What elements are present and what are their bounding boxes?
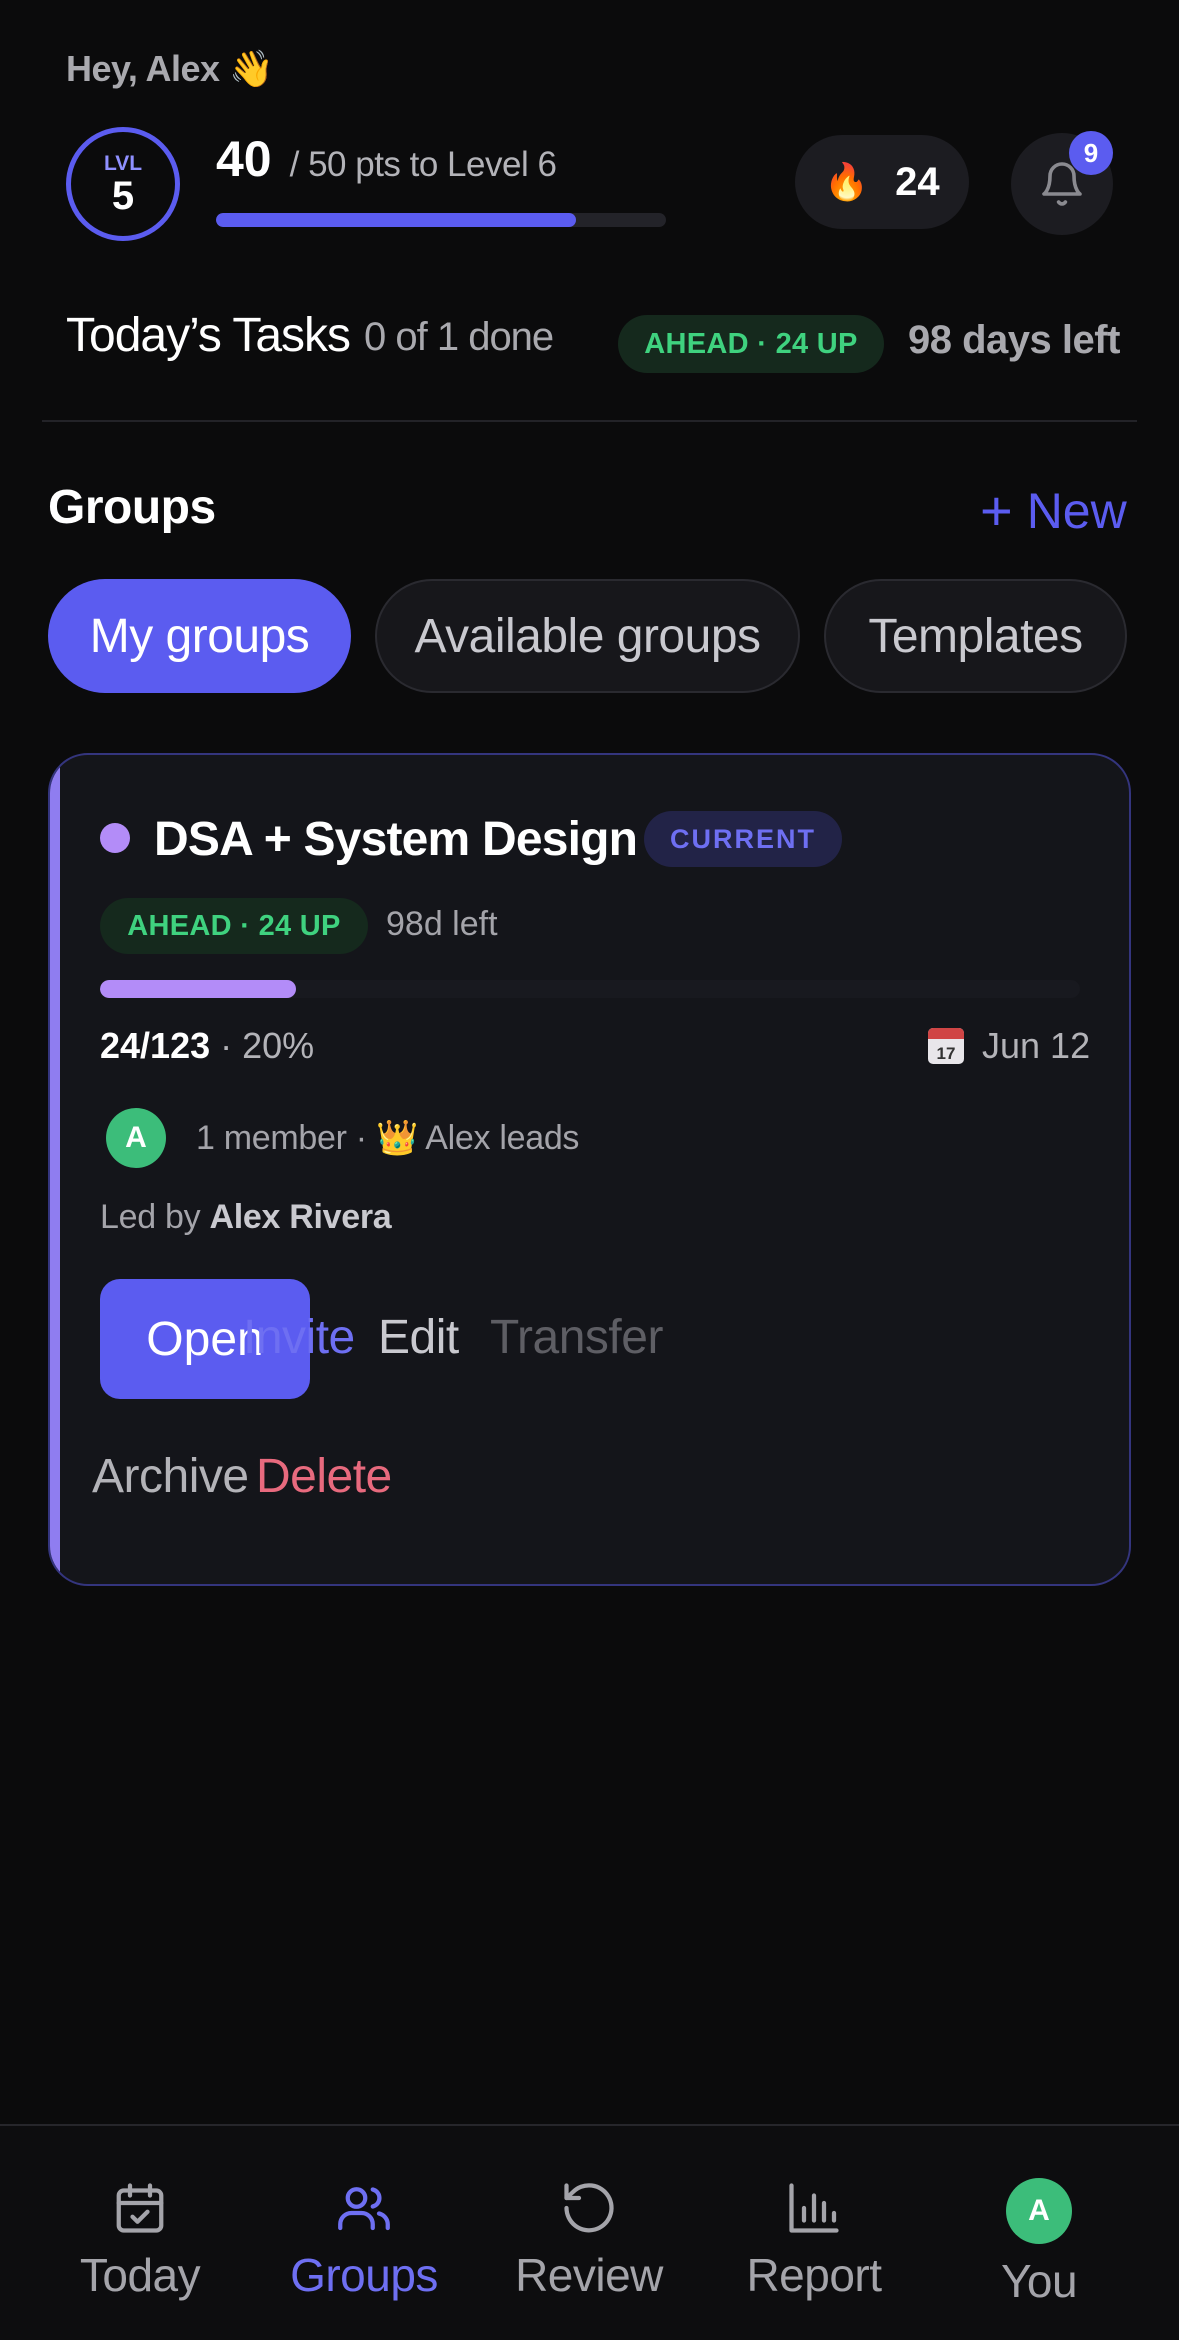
xp-progress-bar — [216, 213, 666, 227]
archive-button[interactable]: Archive — [92, 1449, 249, 1504]
streak-pill[interactable]: 🔥 24 — [795, 135, 969, 229]
level-value: 5 — [111, 173, 135, 218]
calendar-day: 17 — [936, 1044, 956, 1063]
current-badge: CURRENT — [644, 811, 842, 867]
group-count: 24/123 — [100, 1025, 211, 1066]
nav-review[interactable]: Review — [489, 2178, 689, 2302]
group-name: DSA + System Design — [154, 813, 638, 866]
nav-report[interactable]: Report — [714, 2178, 914, 2302]
calendar-icon: 17 — [928, 1028, 964, 1064]
due-date-text: Jun 12 — [982, 1025, 1091, 1066]
group-progress-bar — [100, 980, 1080, 998]
fire-icon: 🔥 — [824, 161, 870, 202]
bottom-nav: Today Groups Review Report A You — [0, 2124, 1179, 2340]
level-label: LVL — [103, 151, 143, 175]
days-left: 98 days left — [908, 318, 1120, 362]
users-icon — [338, 2187, 390, 2231]
tab-templates[interactable]: Templates — [824, 579, 1127, 693]
todays-tasks-title: Today’s Tasks — [66, 309, 351, 362]
member-summary: 1 member · 👑 Alex leads — [196, 1119, 580, 1157]
tab-my-groups[interactable]: My groups — [48, 579, 351, 693]
leader-name: Alex Rivera — [209, 1198, 392, 1236]
calendar-check-icon — [116, 2183, 164, 2233]
points-text: / 50 pts to Level 6 — [289, 145, 557, 184]
avatar: A — [1006, 2178, 1072, 2244]
level-ring[interactable]: LVL 5 — [66, 127, 180, 241]
nav-label-you: You — [1000, 2255, 1078, 2307]
member-avatar: A — [106, 1108, 166, 1168]
group-due-date: 17 Jun 12 — [928, 1025, 1090, 1067]
points-row: 40 / 50 pts to Level 6 — [216, 130, 557, 188]
edit-button[interactable]: Edit — [378, 1310, 459, 1365]
nav-label-review: Review — [515, 2249, 663, 2301]
new-group-label: New — [1026, 482, 1127, 539]
divider — [42, 420, 1137, 422]
invite-button[interactable]: Invite — [243, 1310, 355, 1365]
group-card[interactable]: DSA + System Design CURRENT AHEAD · 24 U… — [48, 753, 1131, 1586]
group-days-left: 98d left — [386, 905, 498, 943]
card-accent-bar — [50, 755, 60, 1584]
tasks-done-count: 0 of 1 done — [364, 315, 554, 359]
group-progress-fill — [100, 980, 296, 998]
group-percent: · 20% — [220, 1025, 315, 1066]
group-status-badge: AHEAD · 24 UP — [100, 898, 368, 954]
nav-today[interactable]: Today — [40, 2178, 240, 2302]
plus-icon: + — [980, 479, 1013, 542]
delete-button[interactable]: Delete — [256, 1449, 392, 1504]
groups-title: Groups — [48, 481, 216, 534]
nav-you[interactable]: A You — [939, 2178, 1139, 2308]
transfer-button[interactable]: Transfer — [490, 1310, 663, 1365]
greeting: Hey, Alex 👋 — [66, 48, 274, 89]
points-value: 40 — [216, 131, 272, 187]
led-by-prefix: Led by — [100, 1198, 201, 1236]
notification-badge: 9 — [1069, 131, 1113, 175]
ahead-status-badge: AHEAD · 24 UP — [618, 315, 884, 373]
group-progress-count: 24/123 · 20% — [100, 1025, 314, 1067]
new-group-button[interactable]: + New — [980, 478, 1127, 543]
tab-available-groups[interactable]: Available groups — [375, 579, 800, 693]
group-color-dot — [100, 823, 130, 853]
bar-chart-icon — [789, 2183, 839, 2233]
nav-label-report: Report — [746, 2249, 882, 2301]
nav-groups[interactable]: Groups — [264, 2178, 464, 2302]
led-by: Led by Alex Rivera — [100, 1198, 392, 1237]
rotate-ccw-icon — [564, 2183, 614, 2233]
nav-label-today: Today — [79, 2249, 201, 2301]
streak-value: 24 — [895, 159, 940, 204]
xp-progress-fill — [216, 213, 576, 227]
nav-label-groups: Groups — [290, 2249, 438, 2301]
